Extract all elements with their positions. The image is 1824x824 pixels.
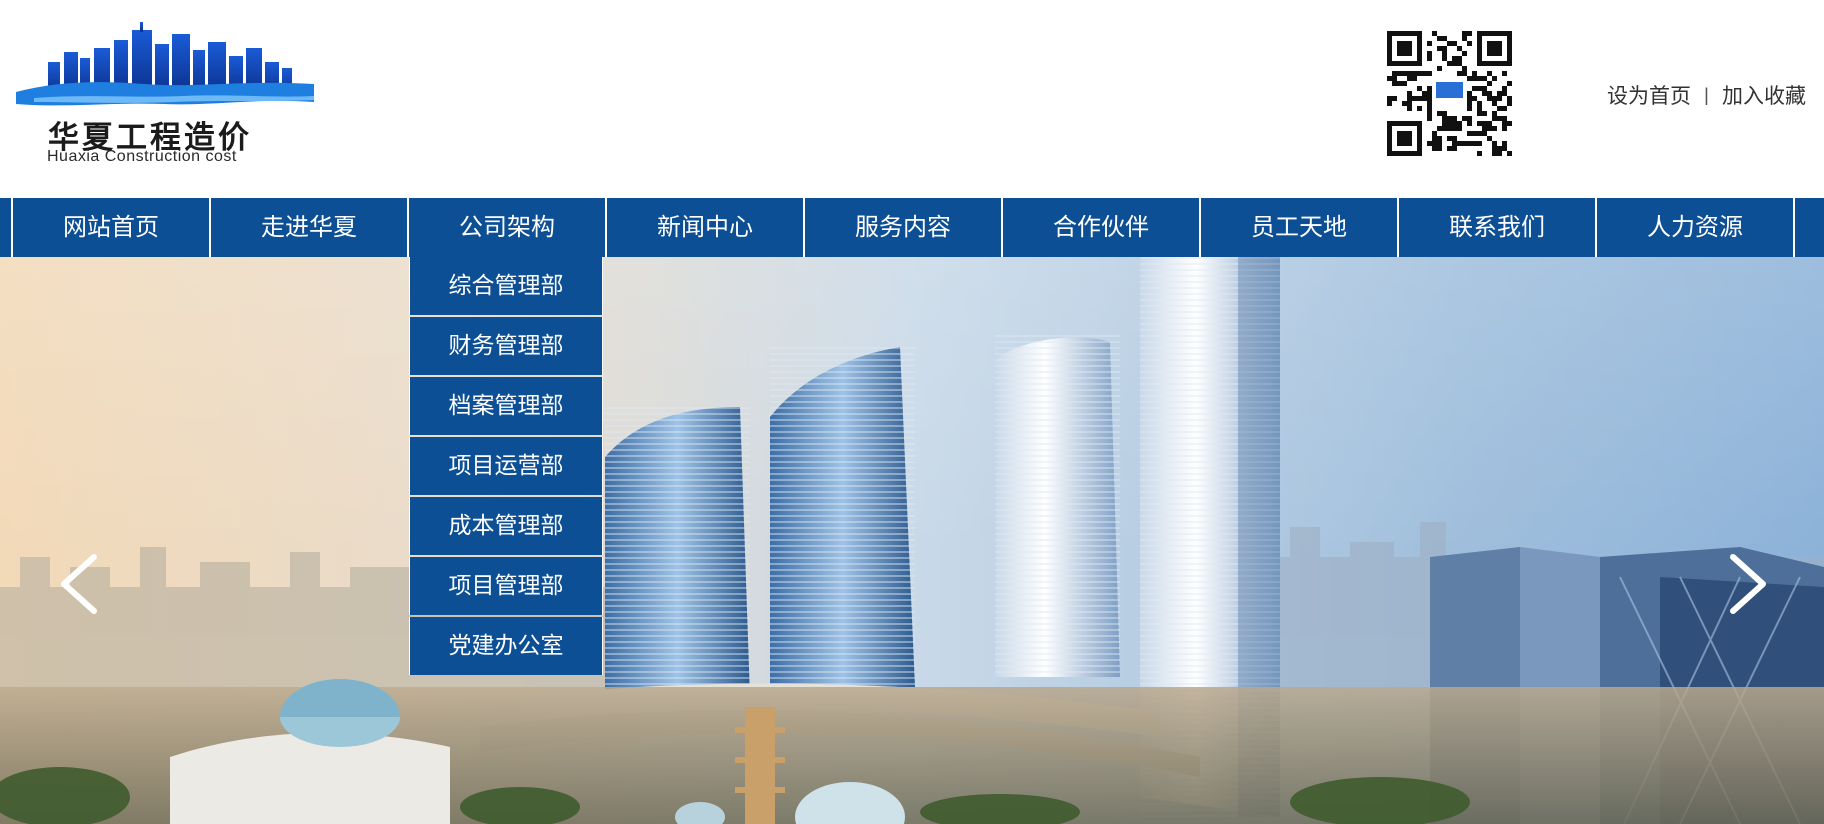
main-nav: 网站首页 走进华夏 公司架构 新闻中心 服务内容 合作伙伴 员工天地 联系我们 … bbox=[0, 198, 1824, 257]
dropdown-item-project-management[interactable]: 项目管理部 bbox=[409, 557, 603, 615]
nav-divider bbox=[1793, 198, 1795, 257]
dropdown-item-party-office[interactable]: 党建办公室 bbox=[409, 617, 603, 675]
add-favorite-link[interactable]: 加入收藏 bbox=[1722, 84, 1806, 108]
dropdown-item-general-management[interactable]: 综合管理部 bbox=[409, 257, 603, 315]
hero-banner bbox=[0, 257, 1824, 824]
set-homepage-link[interactable]: 设为首页 bbox=[1607, 84, 1691, 108]
structure-dropdown-menu: 综合管理部 财务管理部 档案管理部 项目运营部 成本管理部 项目管理部 党建办公… bbox=[409, 257, 603, 677]
chevron-left-icon bbox=[61, 554, 97, 614]
dropdown-item-project-operations[interactable]: 项目运营部 bbox=[409, 437, 603, 495]
site-logo[interactable]: 华夏工程造价 Huaxia Construction cost bbox=[14, 22, 324, 167]
top-links: 设为首页丨加入收藏 bbox=[1607, 80, 1806, 110]
link-separator: 丨 bbox=[1697, 86, 1717, 108]
nav-item-news[interactable]: 新闻中心 bbox=[607, 198, 803, 257]
nav-item-home[interactable]: 网站首页 bbox=[13, 198, 209, 257]
nav-item-partners[interactable]: 合作伙伴 bbox=[1003, 198, 1199, 257]
nav-item-hr[interactable]: 人力资源 bbox=[1597, 198, 1793, 257]
nav-item-contact[interactable]: 联系我们 bbox=[1399, 198, 1595, 257]
dropdown-item-finance-management[interactable]: 财务管理部 bbox=[409, 317, 603, 375]
city-skyline-banner-image bbox=[0, 257, 1824, 824]
logo-english-text: Huaxia Construction cost bbox=[47, 148, 237, 165]
site-header: 华夏工程造价 Huaxia Construction cost 设为首页丨加入收… bbox=[0, 0, 1824, 198]
nav-item-structure[interactable]: 公司架构 bbox=[409, 198, 605, 257]
nav-item-services[interactable]: 服务内容 bbox=[805, 198, 1001, 257]
dropdown-item-cost-management[interactable]: 成本管理部 bbox=[409, 497, 603, 555]
carousel-next-button[interactable] bbox=[1717, 539, 1777, 629]
nav-item-about[interactable]: 走进华夏 bbox=[211, 198, 407, 257]
carousel-prev-button[interactable] bbox=[50, 539, 110, 629]
chevron-right-icon bbox=[1730, 554, 1766, 614]
nav-item-staff[interactable]: 员工天地 bbox=[1201, 198, 1397, 257]
dropdown-item-archive-management[interactable]: 档案管理部 bbox=[409, 377, 603, 435]
wechat-qr-code-icon bbox=[1371, 31, 1529, 157]
